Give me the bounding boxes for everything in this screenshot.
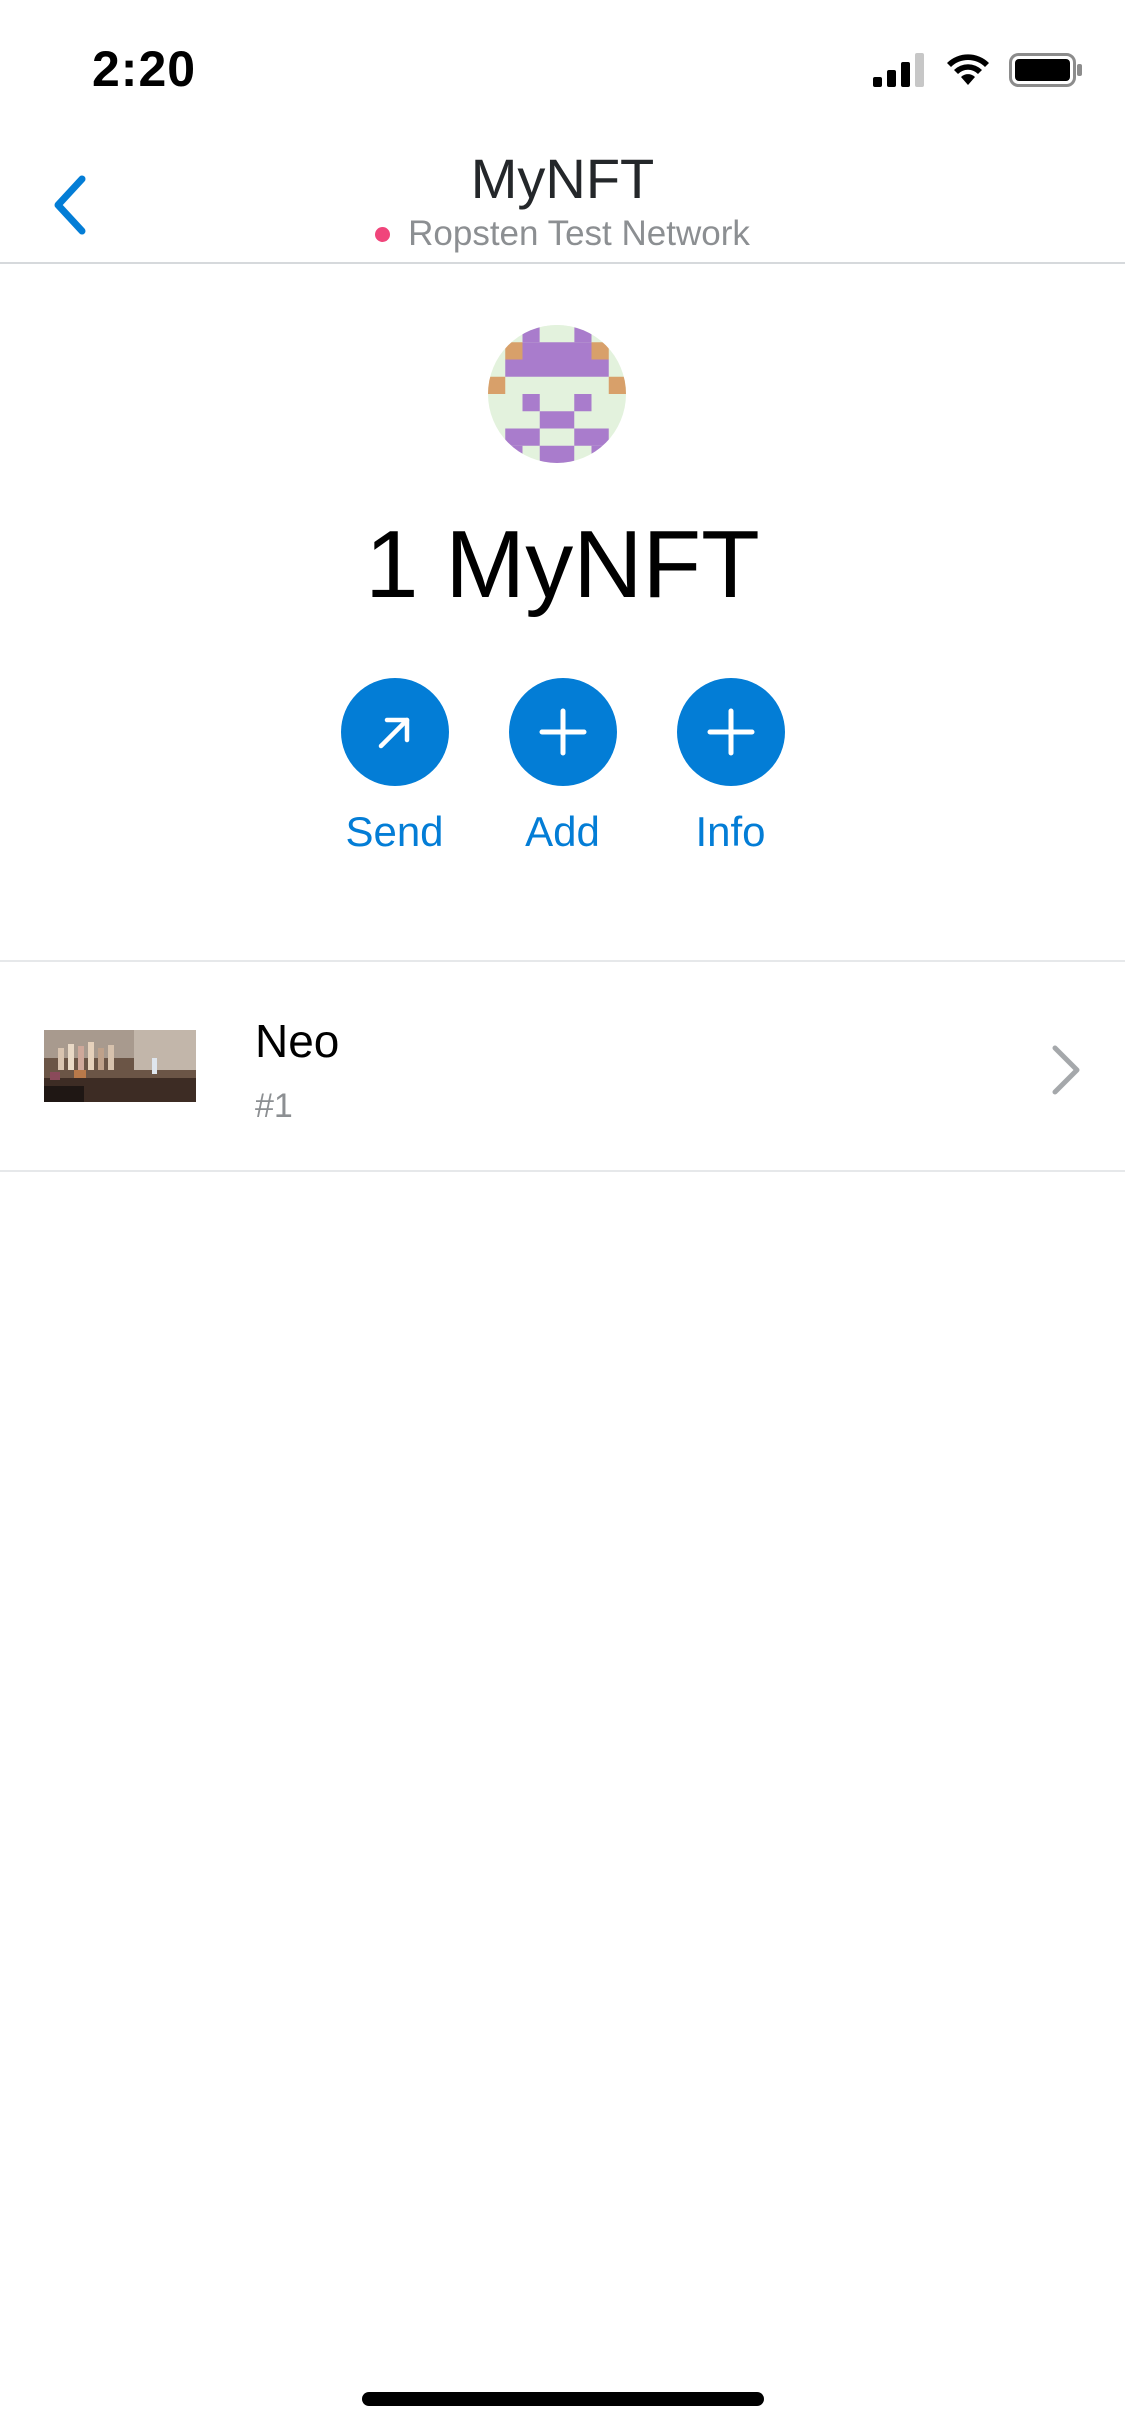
- identicon-avatar: [488, 325, 626, 463]
- add-label: Add: [525, 808, 600, 855]
- action-buttons: Send Add Info: [0, 678, 1125, 856]
- battery-icon: [1009, 53, 1082, 87]
- send-button-circle[interactable]: [340, 678, 449, 786]
- plus-icon: [707, 708, 754, 756]
- nft-id: #1: [255, 1087, 293, 1125]
- info-label: Info: [695, 808, 766, 855]
- network-label: Ropsten Test Network: [408, 214, 750, 253]
- nav-header: MyNFT Ropsten Test Network: [0, 132, 1125, 264]
- nft-name: Neo: [255, 1015, 340, 1067]
- add-button[interactable]: Add: [508, 678, 617, 856]
- token-avatar: [488, 325, 626, 463]
- network-indicator: Ropsten Test Network: [0, 214, 1125, 254]
- send-label: Send: [345, 808, 444, 855]
- info-button[interactable]: Info: [676, 678, 785, 856]
- plus-icon: [539, 708, 586, 756]
- nft-thumbnail: [44, 1030, 196, 1102]
- nft-thumbnail-image: [44, 1030, 196, 1102]
- send-button[interactable]: Send: [340, 678, 449, 856]
- status-time: 2:20: [92, 41, 197, 97]
- page-title: MyNFT: [470, 147, 655, 210]
- info-button-circle[interactable]: [676, 678, 785, 786]
- status-icons: [873, 50, 1083, 90]
- cellular-signal-icon: [873, 53, 924, 87]
- token-detail-screen: 2:20 MyNFT Ropsten Test Network 1 MyNFT …: [0, 0, 1125, 2436]
- chevron-right-icon: [1052, 1045, 1080, 1095]
- add-button-circle[interactable]: [508, 678, 617, 786]
- token-balance: 1 MyNFT: [365, 511, 760, 618]
- home-indicator: [362, 2392, 764, 2406]
- list-item[interactable]: Neo #1: [0, 962, 1125, 1172]
- network-status-dot: [375, 226, 391, 242]
- status-bar: 2:20: [0, 0, 1125, 132]
- arrow-up-right-icon: [378, 717, 409, 749]
- wifi-icon: [947, 54, 989, 85]
